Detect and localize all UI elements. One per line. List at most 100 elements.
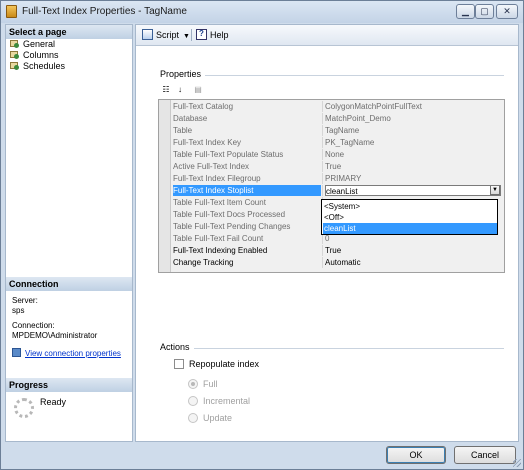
property-pages-button[interactable]: ▤ bbox=[192, 84, 204, 96]
stoplist-option[interactable]: <System> bbox=[323, 201, 497, 212]
page-item-schedules[interactable]: Schedules bbox=[10, 61, 65, 72]
cancel-button[interactable]: Cancel bbox=[454, 446, 516, 464]
properties-group-line bbox=[160, 75, 504, 76]
radio-update[interactable]: Update bbox=[188, 412, 232, 424]
progress-header: Progress bbox=[6, 378, 132, 392]
view-connection-link[interactable]: View connection properties bbox=[12, 348, 121, 358]
help-icon bbox=[196, 28, 207, 40]
property-value: True bbox=[325, 162, 342, 171]
property-grid: Full-Text Catalog ColygonMatchPointFullTe… bbox=[158, 99, 505, 273]
page-label: Columns bbox=[23, 50, 59, 60]
property-key: Full-Text Catalog bbox=[173, 102, 234, 111]
property-row[interactable]: Full-Text Catalog ColygonMatchPointFullTe… bbox=[171, 101, 504, 112]
properties-group-label: Properties bbox=[160, 69, 206, 79]
repopulate-label: Repopulate index bbox=[189, 359, 260, 369]
alphabetical-sort-icon: ↓ bbox=[178, 85, 182, 94]
property-row[interactable]: Table Full-Text Populate Status None bbox=[171, 149, 504, 160]
connection-value: MPDEMO\Administrator bbox=[12, 331, 98, 340]
page-icon bbox=[10, 39, 20, 48]
ok-button[interactable]: OK bbox=[386, 446, 446, 464]
actions-group-label: Actions bbox=[160, 342, 194, 352]
connection-properties-icon bbox=[12, 348, 21, 357]
property-value: TagName bbox=[325, 126, 360, 135]
chevron-down-icon: ▼ bbox=[492, 187, 498, 193]
property-key: Full-Text Index Filegroup bbox=[173, 174, 261, 183]
property-row[interactable]: Full-Text Indexing Enabled True bbox=[171, 245, 504, 256]
page-item-general[interactable]: General bbox=[10, 39, 55, 50]
minimize-button[interactable]: ▁ bbox=[456, 4, 475, 19]
categorized-icon: ☷ bbox=[162, 85, 170, 94]
property-row[interactable]: Database MatchPoint_Demo bbox=[171, 113, 504, 124]
property-row[interactable]: Table TagName bbox=[171, 125, 504, 136]
property-value: None bbox=[325, 150, 345, 159]
help-label: Help bbox=[210, 30, 229, 40]
property-key: Table Full-Text Populate Status bbox=[173, 150, 284, 159]
property-key: Full-Text Index Stoplist bbox=[173, 185, 321, 196]
stoplist-dropdown-list: <System> <Off> cleanList bbox=[321, 199, 498, 235]
property-grid-margin bbox=[159, 100, 171, 272]
stoplist-combobox[interactable]: cleanList ▼ bbox=[325, 185, 501, 196]
stoplist-combobox-value: cleanList bbox=[326, 187, 358, 196]
property-row[interactable]: Full-Text Index Key PK_TagName bbox=[171, 137, 504, 148]
property-key: Table Full-Text Docs Processed bbox=[173, 210, 286, 219]
categorized-sort-button[interactable]: ☷ bbox=[160, 84, 172, 96]
checkbox-box[interactable] bbox=[174, 359, 184, 369]
progress-status: Ready bbox=[40, 397, 67, 407]
title-bar: Full-Text Index Properties - TagName ▁ ▢… bbox=[1, 1, 523, 23]
database-icon bbox=[6, 5, 17, 18]
help-button[interactable]: Help bbox=[196, 28, 229, 41]
script-icon bbox=[142, 29, 153, 40]
right-panel: Script▼ Help Properties ☷ ↓ ▤ Full-Text … bbox=[135, 24, 519, 442]
actions-group-line bbox=[160, 348, 504, 349]
property-key: Database bbox=[173, 114, 208, 123]
radio-button[interactable] bbox=[188, 379, 198, 389]
property-key: Change Tracking bbox=[173, 258, 234, 267]
repopulate-index-checkbox[interactable]: Repopulate index bbox=[174, 358, 259, 370]
resize-grip-icon[interactable] bbox=[513, 459, 521, 467]
maximize-icon: ▢ bbox=[480, 6, 489, 16]
page-item-columns[interactable]: Columns bbox=[10, 50, 59, 61]
script-label: Script bbox=[156, 30, 180, 40]
property-key: Table Full-Text Fail Count bbox=[173, 234, 264, 243]
property-key: Active Full-Text Index bbox=[173, 162, 250, 171]
property-key: Full-Text Index Key bbox=[173, 138, 242, 147]
radio-label: Update bbox=[203, 413, 233, 423]
window-title: Full-Text Index Properties - TagName bbox=[22, 6, 187, 17]
connection-label: Connection: bbox=[12, 321, 55, 330]
stoplist-option[interactable]: <Off> bbox=[323, 212, 497, 223]
view-connection-label: View connection properties bbox=[25, 349, 121, 358]
radio-button[interactable] bbox=[188, 396, 198, 406]
minimize-icon: ▁ bbox=[462, 6, 469, 16]
server-value: sps bbox=[12, 306, 25, 315]
property-row[interactable]: Change Tracking Automatic bbox=[171, 257, 504, 268]
page-icon bbox=[10, 61, 20, 70]
chevron-down-icon: ▼ bbox=[183, 33, 190, 40]
alphabetical-sort-button[interactable]: ↓ bbox=[174, 84, 186, 96]
property-key: Table Full-Text Pending Changes bbox=[173, 222, 291, 231]
property-key: Table bbox=[173, 126, 193, 135]
property-value: PK_TagName bbox=[325, 138, 375, 147]
close-button[interactable]: ✕ bbox=[496, 4, 518, 19]
property-value: Automatic bbox=[325, 258, 361, 267]
maximize-button[interactable]: ▢ bbox=[475, 4, 494, 19]
stoplist-option-selected[interactable]: cleanList bbox=[323, 223, 497, 234]
property-row-stoplist[interactable]: Full-Text Index Stoplist cleanList ▼ bbox=[171, 185, 504, 196]
properties-dialog: Full-Text Index Properties - TagName ▁ ▢… bbox=[0, 0, 524, 470]
radio-full[interactable]: Full bbox=[188, 378, 218, 390]
radio-incremental[interactable]: Incremental bbox=[188, 395, 250, 407]
property-pages-icon: ▤ bbox=[194, 85, 202, 94]
property-key: Full-Text Indexing Enabled bbox=[173, 246, 268, 255]
property-row[interactable]: Full-Text Index Filegroup PRIMARY bbox=[171, 173, 504, 184]
toolbar-separator bbox=[191, 29, 192, 41]
radio-button[interactable] bbox=[188, 413, 198, 423]
property-value: PRIMARY bbox=[325, 174, 362, 183]
radio-label: Incremental bbox=[203, 396, 251, 406]
page-icon bbox=[10, 50, 20, 59]
property-row[interactable]: Active Full-Text Index True bbox=[171, 161, 504, 172]
server-label: Server: bbox=[12, 296, 38, 305]
stoplist-dropdown-button[interactable]: ▼ bbox=[490, 186, 500, 195]
property-key: Table Full-Text Item Count bbox=[173, 198, 266, 207]
toolbar: Script▼ Help bbox=[136, 25, 518, 46]
script-button[interactable]: Script ▼ bbox=[142, 29, 190, 43]
left-panel: Select a page General Columns Schedules … bbox=[5, 24, 133, 442]
